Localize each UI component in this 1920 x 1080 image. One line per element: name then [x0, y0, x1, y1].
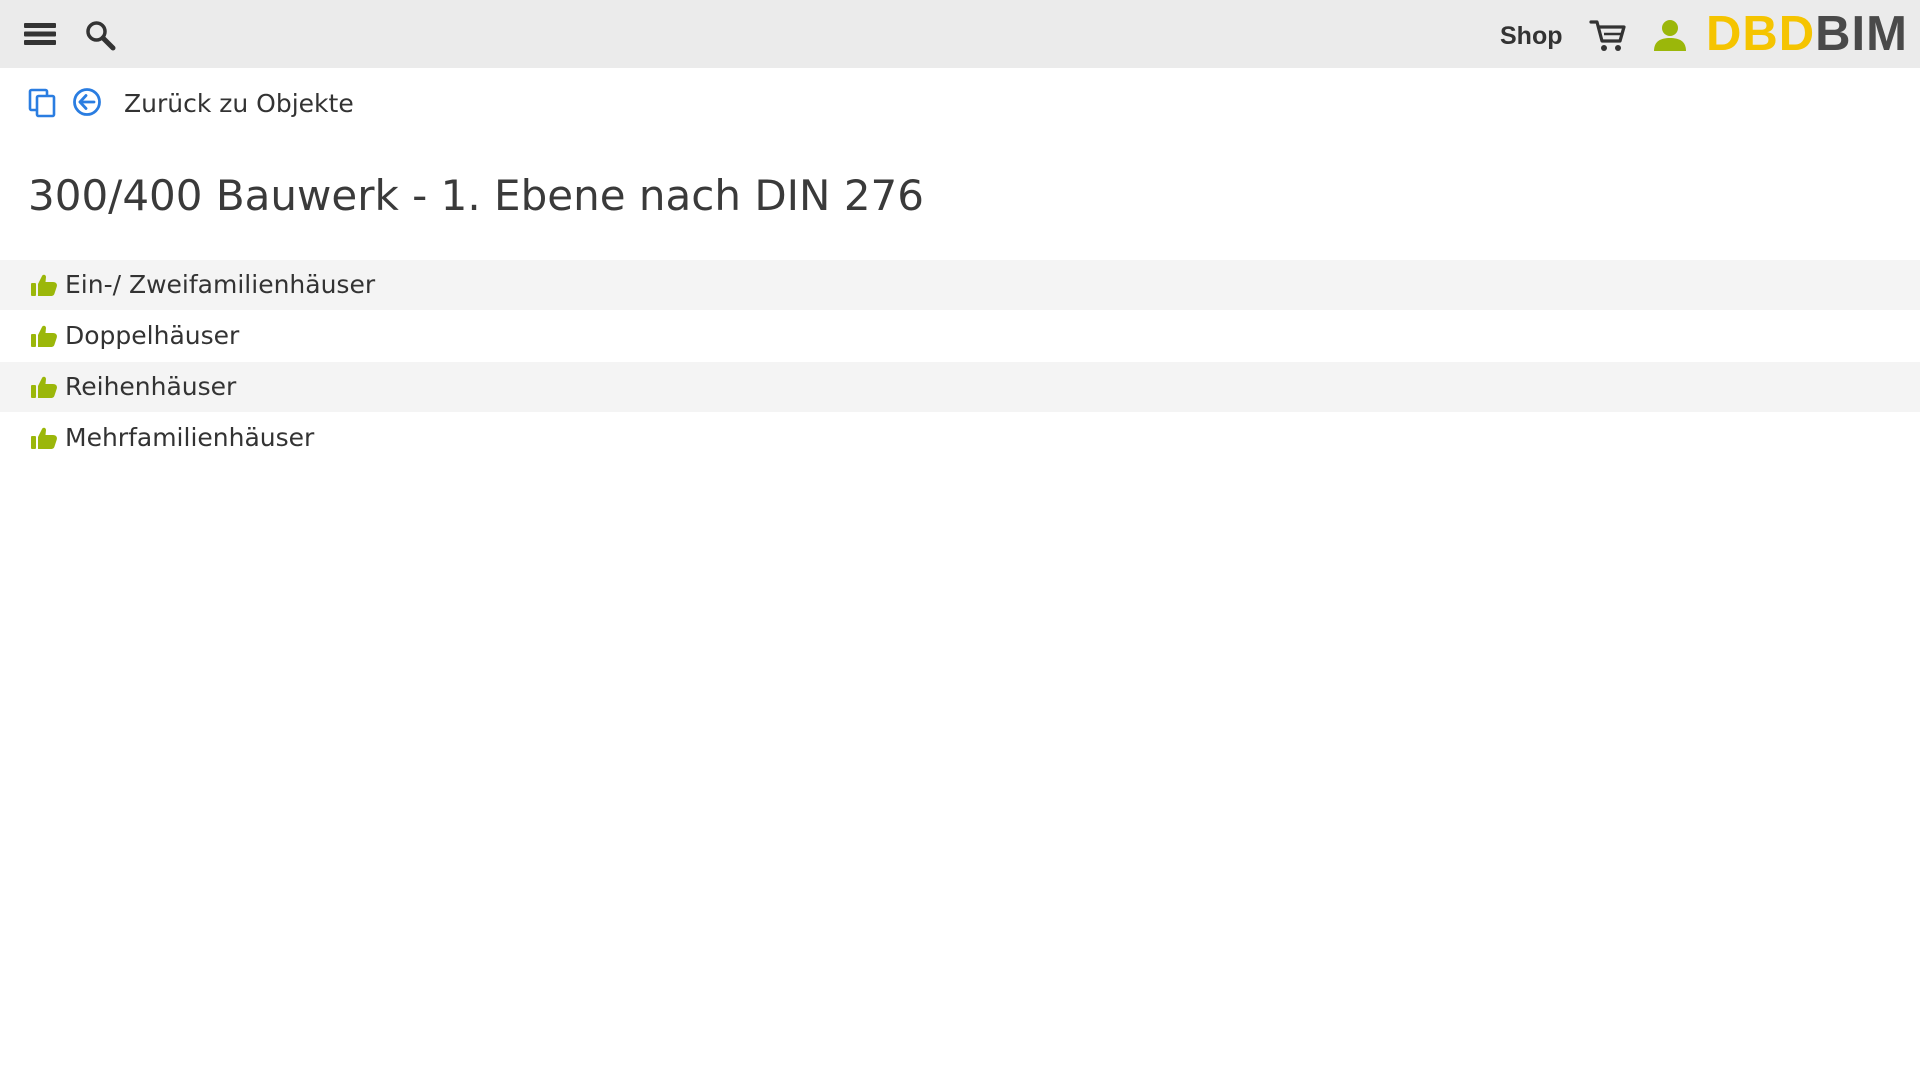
thumbs-up-icon	[30, 375, 58, 399]
logo-part-bim: BIM	[1815, 7, 1908, 61]
list-item[interactable]: Mehrfamilienhäuser	[0, 413, 1920, 463]
back-navigation-row: Zurück zu Objekte	[0, 80, 1920, 128]
arrow-left-circle-icon[interactable]	[72, 87, 104, 119]
list-item-label: Mehrfamilienhäuser	[65, 423, 315, 452]
shop-link[interactable]: Shop	[1500, 18, 1563, 54]
building-type-list: Ein-/ Zweifamilienhäuser Doppelhäuser Re…	[0, 260, 1920, 463]
thumbs-up-icon	[30, 324, 58, 348]
list-item[interactable]: Ein-/ Zweifamilienhäuser	[0, 260, 1920, 310]
copy-icon[interactable]	[28, 88, 58, 120]
user-icon[interactable]	[1650, 17, 1690, 53]
list-item[interactable]: Reihenhäuser	[0, 362, 1920, 412]
thumbs-up-icon	[30, 273, 58, 297]
hamburger-menu-icon[interactable]	[22, 19, 58, 49]
logo-part-dbd: DBD	[1706, 7, 1816, 61]
list-item-label: Doppelhäuser	[65, 321, 240, 350]
search-icon[interactable]	[82, 17, 118, 53]
list-item[interactable]: Doppelhäuser	[0, 311, 1920, 361]
shopping-cart-icon[interactable]	[1588, 16, 1628, 54]
thumbs-up-icon	[30, 426, 58, 450]
page-title: 300/400 Bauwerk - 1. Ebene nach DIN 276	[28, 171, 924, 220]
dbdbim-logo[interactable]: DBDBIM	[1706, 6, 1908, 62]
back-to-objects-link[interactable]: Zurück zu Objekte	[124, 88, 354, 120]
list-item-label: Ein-/ Zweifamilienhäuser	[65, 270, 376, 299]
top-navigation-bar: Shop DBDBIM	[0, 0, 1920, 68]
list-item-label: Reihenhäuser	[65, 372, 237, 401]
